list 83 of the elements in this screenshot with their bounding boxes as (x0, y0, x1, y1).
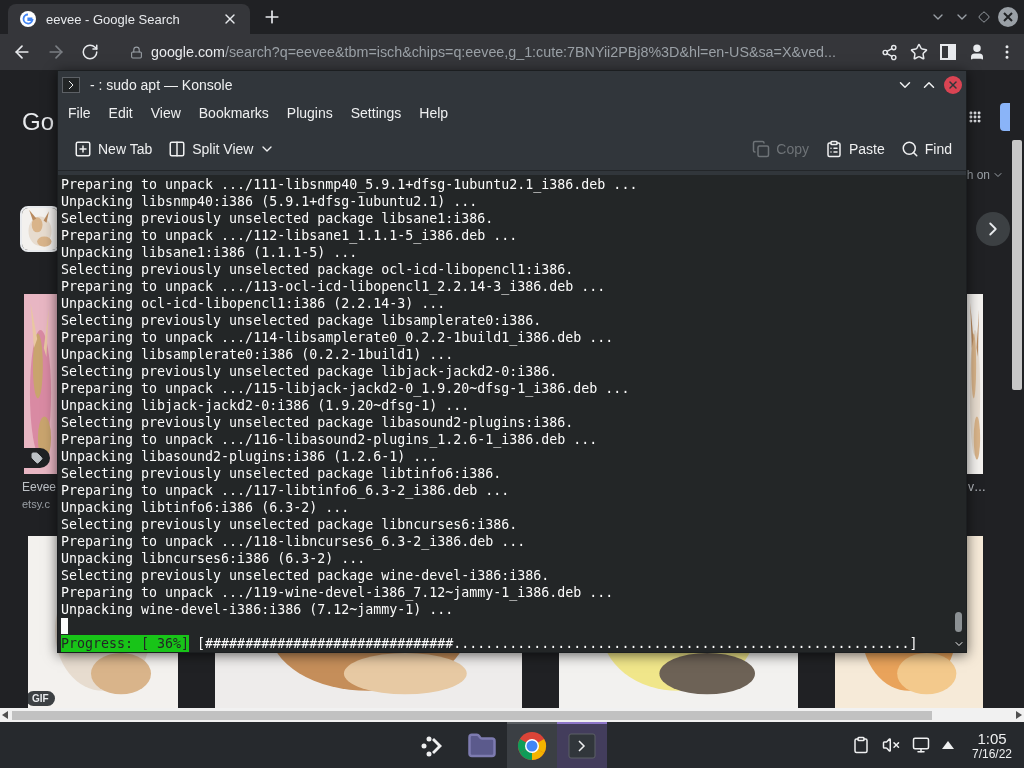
terminal-line: Unpacking libncurses6:i386 (6.3-2) ... (61, 550, 367, 567)
share-icon[interactable] (881, 43, 898, 61)
tag-icon (31, 452, 43, 465)
menu-item[interactable]: File (60, 101, 99, 126)
url-text: google.com/search?q=eevee&tbm=isch&chips=q:eevee,g_1:cute:7BNYii2PBj8%3D&hl=en-US&sa=X&ved... (151, 44, 836, 60)
menu-item[interactable]: Edit (100, 101, 141, 126)
star-icon[interactable] (910, 43, 928, 61)
close-button[interactable] (944, 75, 962, 94)
terminal-line: Selecting previously unselected package ocl-icd-libopencl1:i386. (61, 261, 575, 278)
terminal-line: Selecting previously unselected package libasound2-plugins:i386. (61, 414, 575, 431)
horizontal-scrollbar[interactable] (0, 708, 1024, 722)
terminal-line: Unpacking libasound2-plugins:i386 (1.2.6-1) ... (61, 448, 439, 465)
result-title[interactable]: v… (968, 480, 986, 495)
toolbar-button[interactable]: Split View (162, 132, 282, 165)
terminal-line: Preparing to unpack .../111-libsnmp40_5.9.1+dfsg-1ubuntu2.1_i386.deb ... (61, 176, 639, 193)
clipboard-icon (824, 139, 843, 158)
profile-icon[interactable] (968, 43, 986, 61)
taskbar-item[interactable] (507, 722, 557, 768)
menu-item[interactable]: Help (411, 101, 457, 126)
search-icon (900, 139, 919, 158)
terminal-line: Unpacking libjack-jackd2-0:i386 (1.9.20~dfsg-1) ... (61, 397, 471, 414)
close-icon[interactable] (998, 7, 1018, 27)
terminal-line: Unpacking libtinfo6:i386 (6.3-2) ... (61, 499, 351, 516)
toolbar-button[interactable]: Find (894, 132, 958, 165)
menu-item[interactable]: Bookmarks (190, 101, 277, 126)
terminal-line: Unpacking libsane1:i386 (1.1.1-5) ... (61, 244, 359, 261)
clipboard-icon[interactable] (851, 736, 870, 754)
terminal-line: Preparing to unpack .../118-libncurses6_6.3-2_i386.deb ... (61, 533, 527, 550)
scroll-left-icon[interactable] (2, 711, 8, 719)
browser-tab[interactable]: eevee - Google Search (8, 4, 250, 34)
window-title: - : sudo apt — Konsole (90, 76, 233, 93)
terminal-line: Preparing to unpack .../114-libsamplerate0_0.2.2-1build1_i386.deb ... (61, 329, 615, 346)
menu-item[interactable]: Plugins (278, 101, 341, 126)
side-panel-icon[interactable] (940, 44, 956, 60)
expand-tray-icon[interactable] (941, 741, 954, 749)
logo-text[interactable]: Go (22, 108, 54, 137)
terminal-line: Unpacking libsnmp40:i386 (5.9.1+dfsg-1ubuntu2.1) ... (61, 193, 479, 210)
terminal-line: Selecting previously unselected package libtinfo6:i386. (61, 465, 503, 482)
terminal-icon (62, 76, 80, 93)
terminal-line: Unpacking libsamplerate0:i386 (0.2.2-1build1) ... (61, 346, 455, 363)
reload-icon (81, 43, 99, 61)
apps-grid-icon[interactable] (968, 110, 982, 125)
chip-thumbnail[interactable] (20, 206, 60, 253)
filter-link[interactable]: h on (966, 164, 1004, 185)
progress-label: Progress: [ 36%] (61, 635, 190, 652)
clock-date: 7/16/22 (971, 746, 1012, 761)
terminal-line: Selecting previously unselected package libjack-jackd2-0:i386. (61, 363, 559, 380)
next-button[interactable] (976, 212, 1010, 247)
copy-icon (752, 139, 771, 158)
split-view-icon (168, 139, 187, 158)
terminal-line: Preparing to unpack .../113-ocl-icd-libopencl1_2.2.14-3_i386.deb ... (61, 278, 607, 295)
new-tab-icon (74, 139, 92, 158)
toolbar-button[interactable]: Paste (818, 132, 891, 165)
terminal-line: Preparing to unpack .../116-libasound2-plugins_1.2.6-1_i386.deb ... (61, 431, 599, 448)
terminal-line: Unpacking wine-devel-i386:i386 (7.12~jammy-1) ... (61, 601, 455, 618)
scroll-right-icon[interactable] (1016, 711, 1022, 719)
sign-in-button[interactable] (1000, 103, 1010, 132)
text-cursor (61, 618, 68, 634)
tab-title: eevee - Google Search (46, 11, 181, 27)
network-icon[interactable] (911, 736, 930, 754)
terminal-line: Selecting previously unselected package libncurses6:i386. (61, 516, 519, 533)
terminal-line: Preparing to unpack .../119-wine-devel-i386_7.12~jammy-1_i386.deb ... (61, 584, 615, 601)
result-source: etsy.c (22, 498, 51, 511)
clock[interactable]: 1:05 7/16/22 (971, 729, 1012, 761)
toolbar-button[interactable]: New Tab (68, 132, 159, 165)
close-icon (947, 78, 959, 91)
result-title[interactable]: Eevee (22, 480, 57, 495)
chrome-icon[interactable] (517, 731, 547, 761)
lock-icon (130, 45, 143, 59)
terminal-line: Selecting previously unselected package wine-devel-i386:i386. (61, 567, 551, 584)
clock-time: 1:05 (977, 729, 1007, 747)
terminal-line: Unpacking ocl-icd-libopencl1:i386 (2.2.14-3) ... (61, 295, 447, 312)
google-favicon (20, 11, 36, 27)
menu-item[interactable]: View (142, 101, 189, 126)
terminal-line: Preparing to unpack .../112-libsane1_1.1.1-5_i386.deb ... (61, 227, 519, 244)
terminal-line: Selecting previously unselected package libsamplerate0:i386. (61, 312, 543, 329)
progress-bar-text: [###############################.........................................................] (197, 635, 918, 652)
mute-icon[interactable] (881, 736, 900, 754)
menu-item[interactable]: Settings (342, 101, 410, 126)
terminal-icon[interactable] (568, 733, 596, 759)
terminal-line: Preparing to unpack .../115-libjack-jackd2-0_1.9.20~dfsg-1_i386.deb ... (61, 380, 631, 397)
terminal-line: Preparing to unpack .../117-libtinfo6_6.3-2_i386.deb ... (61, 482, 511, 499)
terminal-line: Selecting previously unselected package libsane1:i386. (61, 210, 495, 227)
